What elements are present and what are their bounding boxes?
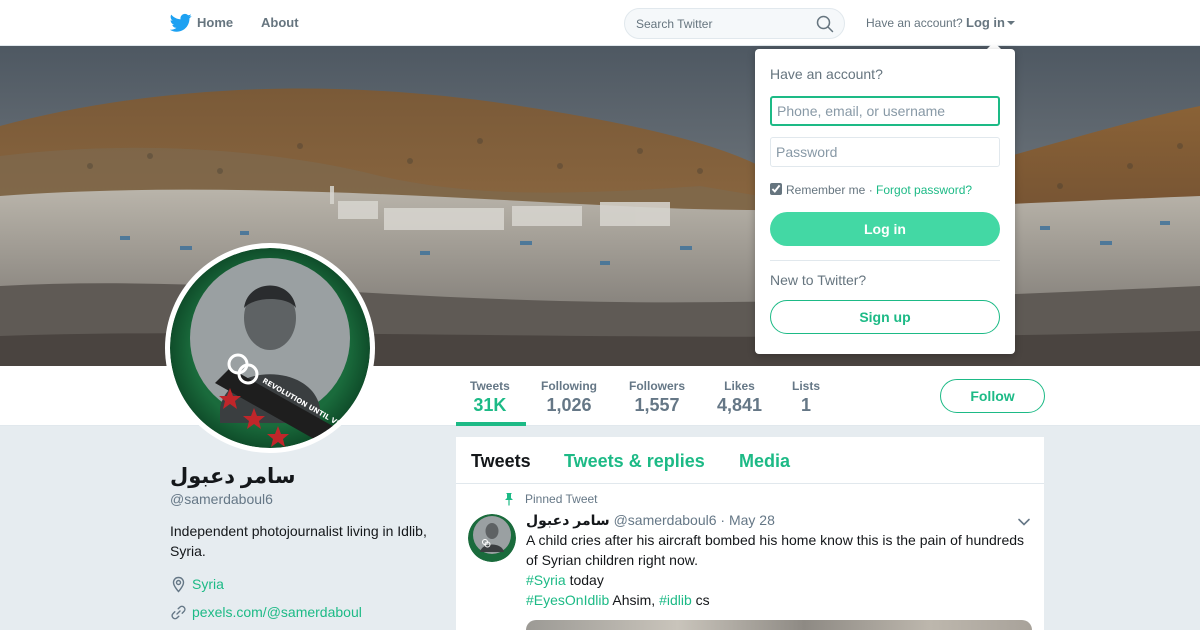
follow-button[interactable]: Follow: [940, 379, 1045, 413]
stat-value: 4,841: [717, 395, 763, 415]
tweet-date[interactable]: May 28: [729, 512, 775, 528]
stat-value: 31K: [473, 395, 507, 415]
tweet-separator: ·: [716, 512, 729, 528]
forgot-password-link[interactable]: Forgot password?: [876, 183, 972, 197]
search-icon[interactable]: [816, 15, 834, 33]
stat-label: Following: [541, 379, 597, 393]
nav-about-link[interactable]: About: [261, 15, 299, 30]
tweet-text-line: A child cries after his aircraft bombed …: [526, 532, 1025, 568]
have-account-text: Have an account?: [866, 16, 963, 30]
profile-location[interactable]: Syria: [192, 576, 224, 592]
stat-following[interactable]: Following 1,026: [541, 379, 597, 416]
signup-button[interactable]: Sign up: [770, 300, 1000, 334]
stat-likes[interactable]: Likes 4,841: [717, 379, 762, 416]
login-dropdown-heading: Have an account?: [770, 66, 883, 82]
hashtag-link[interactable]: #Syria: [526, 572, 566, 588]
tweet-header: سامر دعبول @samerdaboul6 · May 28: [526, 512, 775, 529]
pushpin-icon: [505, 493, 513, 506]
stat-label: Lists: [792, 379, 821, 393]
login-dropdown-toggle[interactable]: Log in: [966, 15, 1005, 30]
profile-avatar[interactable]: REVOLUTION UNTIL VICTORY: [165, 243, 375, 453]
login-button[interactable]: Log in: [770, 212, 1000, 246]
profile-website-link[interactable]: pexels.com/@samerdaboul: [192, 604, 362, 620]
profile-screen-name[interactable]: @samerdaboul6: [170, 491, 273, 507]
twitter-bird-icon[interactable]: [170, 13, 192, 33]
hashtag-link[interactable]: #EyesOnIdlib: [526, 592, 609, 608]
chevron-down-icon[interactable]: [1017, 517, 1031, 527]
nav-home-link[interactable]: Home: [197, 15, 233, 30]
timeline-tabs: Tweets Tweets & replies Media: [456, 437, 1044, 484]
profile-display-name: سامر دعبول: [170, 465, 296, 488]
tab-media[interactable]: Media: [739, 451, 790, 472]
remember-me-label[interactable]: Remember me: [786, 183, 865, 197]
stat-lists[interactable]: Lists 1: [792, 379, 820, 416]
search-box: [624, 8, 845, 39]
tweet-author-handle[interactable]: @samerdaboul6: [614, 512, 717, 528]
tweet-text-fragment: today: [565, 572, 604, 588]
timeline-panel: Tweets Tweets & replies Media Pinned Twe…: [456, 437, 1044, 630]
search-input[interactable]: [636, 15, 806, 33]
stat-label: Likes: [724, 379, 755, 393]
remember-me-row: Remember me · Forgot password?: [770, 183, 972, 197]
tweet-media-image[interactable]: [526, 620, 1032, 630]
tweet-text-fragment: Ahsim,: [609, 592, 660, 608]
remember-separator: ·: [865, 183, 877, 197]
stat-label: Followers: [629, 379, 686, 393]
chevron-down-icon[interactable]: [1007, 21, 1015, 25]
tweet-text-line: #EyesOnIdlib Ahsim, #idlib cs: [526, 590, 1034, 610]
login-dropdown: Have an account? Remember me · Forgot pa…: [755, 49, 1015, 354]
tweet-avatar-image: [468, 514, 516, 562]
stat-value: 1: [801, 395, 812, 415]
divider: [770, 260, 1000, 261]
tweet-author-name[interactable]: سامر دعبول: [526, 512, 610, 528]
tweet-text-line: #Syria today: [526, 570, 1034, 590]
hashtag-link[interactable]: #idlib: [659, 592, 692, 608]
password-field[interactable]: [770, 137, 1000, 167]
tweet-text: A child cries after his aircraft bombed …: [526, 530, 1034, 610]
stat-value: 1,557: [634, 395, 680, 415]
new-to-twitter-text: New to Twitter?: [770, 272, 867, 288]
avatar-image: REVOLUTION UNTIL VICTORY: [170, 248, 370, 448]
tweet-text-fragment: cs: [691, 592, 710, 608]
active-stat-indicator: [456, 422, 526, 426]
stat-label: Tweets: [470, 379, 510, 393]
username-field[interactable]: [770, 96, 1000, 126]
stat-tweets[interactable]: Tweets 31K: [470, 379, 510, 416]
tab-tweets-and-replies[interactable]: Tweets & replies: [564, 451, 705, 472]
remember-me-checkbox[interactable]: [770, 183, 782, 195]
tab-tweets[interactable]: Tweets: [471, 451, 531, 472]
location-pin-icon: [172, 576, 185, 593]
top-navigation-bar: Home About Have an account? Log in: [0, 0, 1200, 46]
stat-followers[interactable]: Followers 1,557: [629, 379, 685, 416]
stat-value: 1,026: [546, 395, 592, 415]
profile-bio: Independent photojournalist living in Id…: [170, 523, 427, 559]
pinned-tweet-label: Pinned Tweet: [525, 492, 598, 506]
tweet-avatar[interactable]: [468, 514, 516, 562]
link-icon: [171, 605, 186, 620]
